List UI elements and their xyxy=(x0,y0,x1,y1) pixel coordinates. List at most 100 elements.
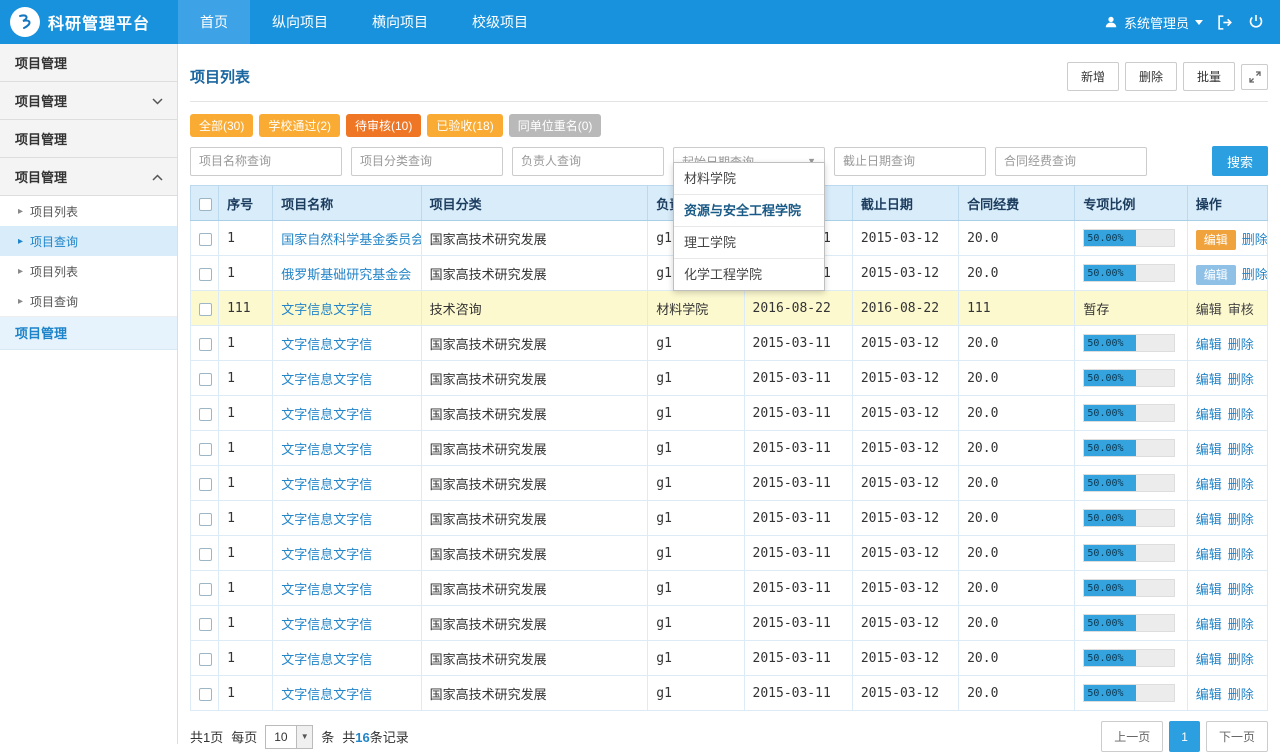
delete-action[interactable]: 删除 xyxy=(1228,372,1254,387)
project-name-cell: 文字信息文字信 xyxy=(273,571,421,606)
toolbar-button-批量[interactable]: 批量 xyxy=(1183,62,1235,91)
project-name-link[interactable]: 文字信息文字信 xyxy=(281,302,372,317)
project-name-link[interactable]: 文字信息文字信 xyxy=(281,512,372,527)
filter-input[interactable] xyxy=(995,147,1147,176)
status-badge[interactable]: 同单位重名(0) xyxy=(509,114,602,137)
expand-button[interactable] xyxy=(1241,64,1268,90)
row-checkbox[interactable] xyxy=(199,513,212,526)
ratio-value: 50.00% xyxy=(1087,618,1123,629)
filter-input[interactable] xyxy=(512,147,664,176)
delete-action[interactable]: 删除 xyxy=(1228,652,1254,667)
edit-action[interactable]: 编辑 xyxy=(1196,512,1222,527)
delete-action[interactable]: 删除 xyxy=(1242,232,1268,247)
status-badge[interactable]: 学校通过(2) xyxy=(259,114,340,137)
sidebar-section[interactable]: 项目管理 xyxy=(0,120,177,158)
filter-input[interactable] xyxy=(190,147,342,176)
sidebar-subitem-项目查询[interactable]: ▸项目查询 xyxy=(0,226,177,256)
current-page-button[interactable]: 1 xyxy=(1169,721,1200,752)
select-all-checkbox[interactable] xyxy=(199,198,212,211)
delete-action[interactable]: 删除 xyxy=(1228,547,1254,562)
status-badge[interactable]: 已验收(18) xyxy=(427,114,502,137)
project-name-link[interactable]: 文字信息文字信 xyxy=(281,337,372,352)
nav-item-校级项目[interactable]: 校级项目 xyxy=(450,0,550,44)
user-menu[interactable]: 系统管理员 xyxy=(1104,13,1203,32)
sidebar-section[interactable]: 项目管理 xyxy=(0,82,177,120)
sidebar-subitem-项目列表[interactable]: ▸项目列表 xyxy=(0,256,177,286)
nav-item-纵向项目[interactable]: 纵向项目 xyxy=(250,0,350,44)
row-checkbox[interactable] xyxy=(199,338,212,351)
row-checkbox[interactable] xyxy=(199,583,212,596)
row-checkbox[interactable] xyxy=(199,233,212,246)
delete-action[interactable]: 删除 xyxy=(1228,687,1254,702)
start-date-cell: 2015-03-11 xyxy=(744,536,852,571)
power-icon[interactable] xyxy=(1248,14,1264,30)
dropdown-option-理工学院[interactable]: 理工学院 xyxy=(674,227,824,259)
filter-input[interactable] xyxy=(351,147,503,176)
row-checkbox[interactable] xyxy=(199,373,212,386)
search-button[interactable]: 搜索 xyxy=(1212,146,1268,176)
project-name-link[interactable]: 文字信息文字信 xyxy=(281,477,372,492)
per-page-select[interactable]: 10 ▼ xyxy=(265,725,313,749)
edit-action[interactable]: 编辑 xyxy=(1196,407,1222,422)
edit-action[interactable]: 编辑 xyxy=(1196,477,1222,492)
sidebar-subitem-项目查询[interactable]: ▸项目查询 xyxy=(0,286,177,316)
edit-action[interactable]: 编辑 xyxy=(1196,230,1236,250)
dropdown-option-材料学院[interactable]: 材料学院 xyxy=(674,163,824,195)
project-name-link[interactable]: 国家自然科学基金委员会 xyxy=(281,232,421,247)
logout-icon[interactable] xyxy=(1217,14,1234,31)
edit-action[interactable]: 编辑 xyxy=(1196,265,1236,285)
project-name-link[interactable]: 文字信息文字信 xyxy=(281,442,372,457)
edit-action[interactable]: 编辑 xyxy=(1196,617,1222,632)
row-checkbox[interactable] xyxy=(199,688,212,701)
filter-input[interactable] xyxy=(834,147,986,176)
edit-action[interactable]: 编辑 xyxy=(1196,687,1222,702)
status-badge[interactable]: 全部(30) xyxy=(190,114,253,137)
delete-action[interactable]: 删除 xyxy=(1228,337,1254,352)
owner-cell: g1 xyxy=(648,326,744,361)
row-checkbox[interactable] xyxy=(199,303,212,316)
project-name-link[interactable]: 文字信息文字信 xyxy=(281,652,372,667)
sidebar-item-project-management[interactable]: 项目管理 xyxy=(0,316,177,350)
edit-action[interactable]: 编辑 xyxy=(1196,582,1222,597)
edit-action[interactable]: 编辑 xyxy=(1196,547,1222,562)
project-name-link[interactable]: 文字信息文字信 xyxy=(281,372,372,387)
row-checkbox[interactable] xyxy=(199,548,212,561)
nav-item-首页[interactable]: 首页 xyxy=(178,0,250,44)
toolbar-button-新增[interactable]: 新增 xyxy=(1067,62,1119,91)
row-checkbox[interactable] xyxy=(199,653,212,666)
toolbar-button-删除[interactable]: 删除 xyxy=(1125,62,1177,91)
delete-action[interactable]: 删除 xyxy=(1228,617,1254,632)
delete-action[interactable]: 删除 xyxy=(1228,582,1254,597)
delete-action[interactable]: 删除 xyxy=(1228,477,1254,492)
edit-action[interactable]: 编辑 xyxy=(1196,652,1222,667)
sidebar-section[interactable]: 项目管理 xyxy=(0,158,177,196)
edit-action[interactable]: 编辑 xyxy=(1196,337,1222,352)
delete-action[interactable]: 删除 xyxy=(1228,407,1254,422)
delete-action[interactable]: 删除 xyxy=(1228,512,1254,527)
edit-action[interactable]: 编辑 xyxy=(1196,442,1222,457)
next-page-button[interactable]: 下一页 xyxy=(1206,721,1268,752)
sidebar-subitem-项目列表[interactable]: ▸项目列表 xyxy=(0,196,177,226)
dropdown-option-资源与安全工程学院[interactable]: 资源与安全工程学院 xyxy=(674,195,824,227)
delete-action[interactable]: 删除 xyxy=(1228,442,1254,457)
row-checkbox[interactable] xyxy=(199,408,212,421)
status-badge[interactable]: 待审核(10) xyxy=(346,114,421,137)
edit-action[interactable]: 编辑 xyxy=(1196,372,1222,387)
row-checkbox[interactable] xyxy=(199,268,212,281)
sidebar-section[interactable]: 项目管理 xyxy=(0,44,177,82)
row-checkbox[interactable] xyxy=(199,618,212,631)
row-checkbox[interactable] xyxy=(199,443,212,456)
project-name-link[interactable]: 文字信息文字信 xyxy=(281,617,372,632)
edit-action[interactable]: 编辑 xyxy=(1196,302,1222,317)
row-checkbox[interactable] xyxy=(199,478,212,491)
project-name-link[interactable]: 文字信息文字信 xyxy=(281,582,372,597)
project-name-link[interactable]: 文字信息文字信 xyxy=(281,687,372,702)
dropdown-option-化学工程学院[interactable]: 化学工程学院 xyxy=(674,259,824,290)
delete-action[interactable]: 删除 xyxy=(1242,267,1268,282)
project-name-link[interactable]: 文字信息文字信 xyxy=(281,547,372,562)
project-name-link[interactable]: 俄罗斯基础研究基金会 xyxy=(281,267,411,282)
nav-item-横向项目[interactable]: 横向项目 xyxy=(350,0,450,44)
prev-page-button[interactable]: 上一页 xyxy=(1101,721,1163,752)
project-name-link[interactable]: 文字信息文字信 xyxy=(281,407,372,422)
review-action[interactable]: 审核 xyxy=(1228,302,1254,317)
